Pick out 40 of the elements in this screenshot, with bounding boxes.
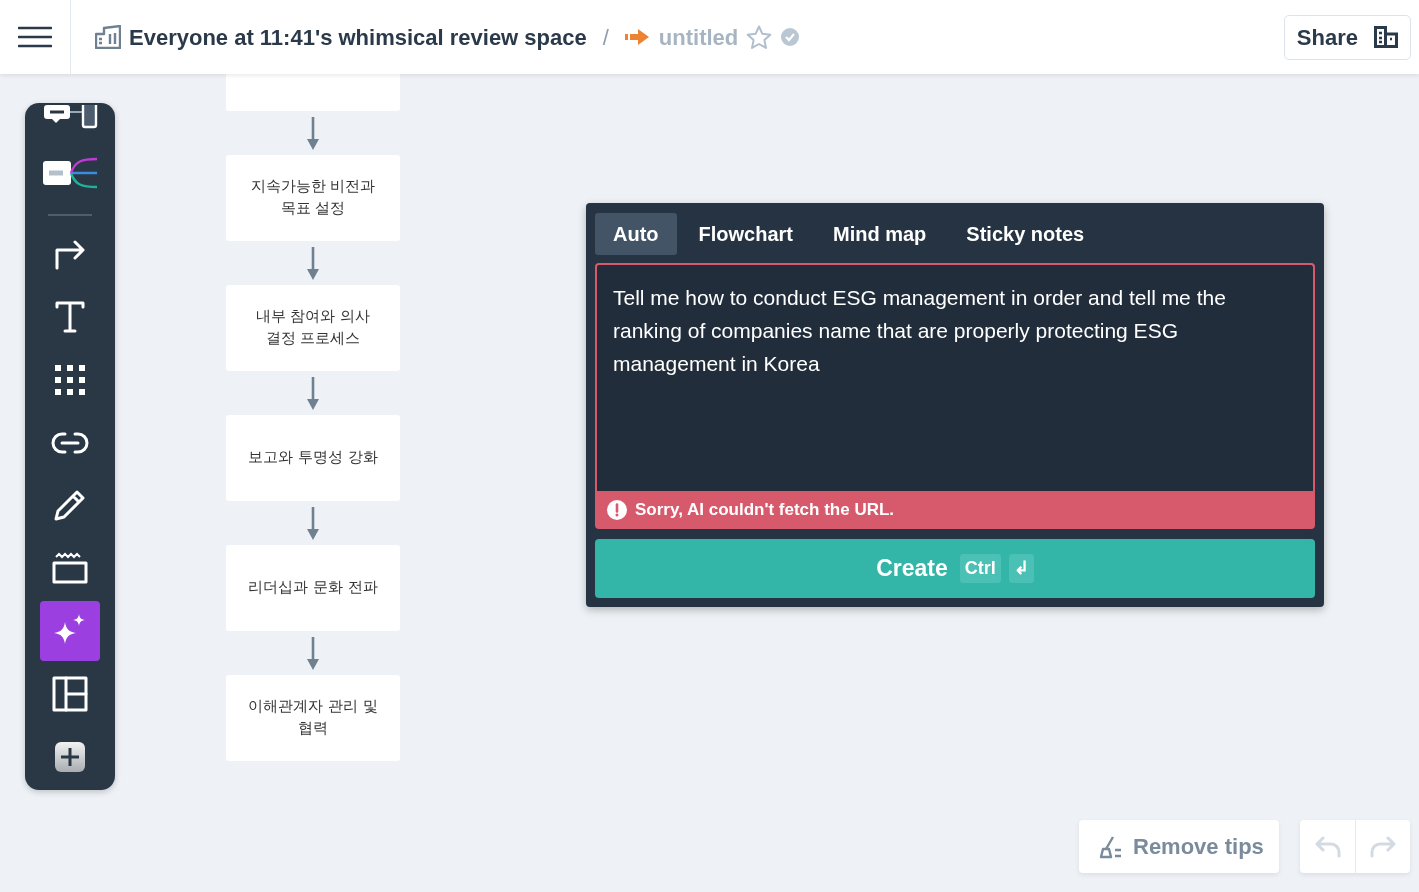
- flow-arrow: [307, 376, 319, 410]
- arrow-icon: [624, 28, 651, 46]
- mode-tab[interactable]: Sticky notes: [948, 213, 1103, 255]
- error-message: Sorry, AI couldn't fetch the URL.: [635, 499, 895, 522]
- pencil-icon: [53, 488, 87, 523]
- share-button[interactable]: Share: [1283, 14, 1411, 60]
- link-icon: [51, 430, 89, 455]
- star-icon[interactable]: [746, 24, 773, 50]
- mind-map-icon: [42, 155, 98, 190]
- flowchart-node: 이해관계자 관리 및 협력: [226, 675, 400, 761]
- prompt-field[interactable]: Tell me how to conduct ESG management in order and tell me the ranking of companies name that are properly protecting ESG management in Korea: [595, 263, 1315, 491]
- layout-icon: [52, 676, 88, 713]
- flowchart-node: 내부 참여와 의사 결정 프로세스: [226, 285, 400, 371]
- undo-icon: [1313, 836, 1342, 859]
- flowchart-node: 지속가능한 비전과 목표 설정: [226, 155, 400, 241]
- flowchart-node: 보고와 투명성 강화: [226, 415, 400, 501]
- flow-arrow: [307, 506, 319, 540]
- breadcrumb-separator: /: [602, 23, 609, 52]
- mode-tab[interactable]: Flowchart: [680, 213, 811, 255]
- warning-icon: [607, 500, 627, 520]
- menu-icon[interactable]: [18, 26, 52, 48]
- redo-icon: [1369, 836, 1397, 859]
- flow-arrow: [307, 636, 319, 670]
- mode-tab[interactable]: Mind map: [815, 213, 945, 255]
- grid-icon: [54, 363, 86, 396]
- flow-arrow: [307, 116, 319, 150]
- frame-icon: [52, 552, 88, 585]
- building-icon: [95, 25, 121, 49]
- remove-tips-button[interactable]: Remove tips: [1079, 820, 1279, 873]
- shortcut-key: ↲: [1008, 554, 1034, 583]
- space-title[interactable]: Everyone at 11:41's whimsical review space: [129, 20, 587, 54]
- flow-arrow: [307, 246, 319, 280]
- building-icon: [1374, 26, 1398, 48]
- plus-icon: [54, 741, 86, 774]
- text-icon: [55, 300, 85, 333]
- shortcut-key: Ctrl: [959, 554, 1001, 583]
- flowchart-node: 리더십과 문화 전파: [226, 545, 400, 631]
- verified-icon: [780, 27, 801, 47]
- sparkle-tool[interactable]: [40, 601, 100, 662]
- mode-tab[interactable]: Auto: [595, 213, 677, 255]
